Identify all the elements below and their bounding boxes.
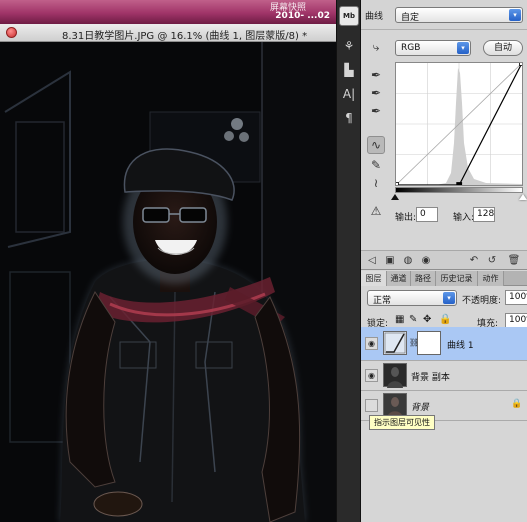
fill-field[interactable]: 100% [505,313,527,328]
blend-mode-select[interactable]: 正常 ▾ [367,290,457,306]
opacity-field[interactable]: 100% [505,290,527,305]
curves-tool-column: ⤷ ✒ ✒ ✒ ∿ ✎ ≀ ⚠ [361,30,391,250]
black-point-slider[interactable] [391,194,399,200]
document-title-bar[interactable]: 8.31日教学图片.JPG @ 16.1% (曲线 1, 图层蒙版/8) * [0,24,336,42]
layer-row-background-copy[interactable]: ◉ 背景 副本 [361,361,527,391]
clone-source-icon[interactable]: ⚘ [339,36,359,56]
layers-tabbar: 图层 通道 路径 历史记录 动作 [361,271,527,286]
adjustments-footer: ◁ ▣ ◍ ◉ ↶ ↺ 🗑 [361,250,527,270]
curves-graph[interactable] [393,60,525,188]
tab-layers[interactable]: 图层 [361,271,387,286]
brush-preset-icon[interactable]: ▙ [339,60,359,80]
layer-thumbnail [383,393,407,418]
channel-select[interactable]: RGB ▾ [395,40,471,56]
lock-pixels-icon[interactable]: ✎ [409,314,417,325]
layer-row-curves[interactable]: ◉ ⛓ 曲线 1 [361,327,527,361]
gray-eyedropper-icon[interactable]: ✒ [367,84,385,102]
input-field[interactable]: 128 [473,207,495,222]
clipping-warning-icon[interactable]: ⚠ [367,202,385,220]
output-label: 输出: [395,213,417,223]
visibility-eye-icon[interactable]: ◉ [365,369,378,382]
visibility-eye-icon[interactable]: ◉ [365,337,378,350]
curve-point[interactable] [519,60,525,66]
image-canvas[interactable] [0,42,336,522]
curve-point[interactable] [393,182,399,188]
document-title: 8.31日教学图片.JPG @ 16.1% (曲线 1, 图层蒙版/8) * [62,31,308,42]
tab-channels[interactable]: 通道 [387,271,411,286]
opacity-label: 不透明度: [462,296,502,306]
clip-to-layer-icon[interactable]: ◍ [401,254,415,268]
view-previous-icon[interactable]: ↶ [467,254,481,268]
layer-name[interactable]: 背景 副本 [411,370,450,383]
visibility-eye-icon[interactable]: ◉ [419,254,433,268]
adjustments-header: 曲线 自定 ▾ [361,0,527,30]
paragraph-icon[interactable]: ¶ [339,108,359,128]
visibility-toggle-empty[interactable]: ◉ [365,399,378,412]
photo-image [0,42,336,522]
curves-graph-svg [393,60,525,188]
pencil-icon[interactable]: ✎ [367,156,385,174]
back-arrow-icon[interactable]: ◁ [365,254,379,268]
lock-position-icon[interactable]: ✥ [423,314,431,325]
chevron-down-icon: ▾ [443,292,455,304]
black-eyedropper-icon[interactable]: ✒ [367,66,385,84]
smooth-curve-icon[interactable]: ≀ [367,174,385,192]
tab-paths[interactable]: 路径 [411,271,436,286]
layer-thumbnail [383,363,407,388]
input-label: 输入: [453,213,475,223]
curves-adjustment-icon [383,331,407,355]
chevron-down-icon: ▾ [509,9,521,21]
mini-bridge-icon[interactable]: Mb [339,6,359,26]
character-icon[interactable]: A| [339,84,359,104]
blend-mode-value: 正常 [373,296,392,306]
lock-icon: 🔒 [511,399,523,409]
layer-name[interactable]: 背景 [411,400,429,413]
screenshot-date: 2010- ...02 [275,11,330,21]
auto-button[interactable]: 自动 [483,40,523,56]
channel-value: RGB [401,43,421,53]
target-adjust-icon[interactable]: ⤷ [367,38,385,56]
menubar-strip: 屏幕快照 2010- ...02 [0,0,336,24]
layer-mask-thumbnail[interactable] [417,331,441,355]
curve-point[interactable] [456,182,463,188]
tab-history[interactable]: 历史记录 [436,271,478,286]
reset-icon[interactable]: ↺ [485,254,499,268]
tooltip: 指示图层可见性 [369,415,435,430]
white-point-slider[interactable] [519,194,527,200]
tab-actions[interactable]: 动作 [478,271,504,286]
trash-icon[interactable]: 🗑 [507,254,521,268]
expand-view-icon[interactable]: ▣ [383,254,397,268]
layers-empty-area [361,421,527,522]
preset-value: 自定 [401,13,420,23]
close-icon[interactable] [6,27,17,38]
curve-edit-points-icon[interactable]: ∿ [367,136,385,154]
layer-name[interactable]: 曲线 1 [447,338,474,351]
chevron-down-icon: ▾ [457,42,469,54]
output-field[interactable]: 0 [416,207,438,222]
lock-all-icon[interactable]: 🔒 [439,314,451,325]
input-gradient-bar [395,187,523,193]
white-eyedropper-icon[interactable]: ✒ [367,102,385,120]
lock-transparent-icon[interactable]: ▦ [395,314,404,325]
histogram [396,68,522,185]
panels-column: 曲线 自定 ▾ ⤷ ✒ ✒ ✒ ∿ ✎ ≀ ⚠ RGB ▾ 自动 输出: 0 输… [361,0,527,522]
adjustment-type-label: 曲线 [365,12,384,22]
panel-dock-strip: Mb ⚘ ▙ A| ¶ [336,0,361,522]
preset-select[interactable]: 自定 ▾ [395,7,523,23]
